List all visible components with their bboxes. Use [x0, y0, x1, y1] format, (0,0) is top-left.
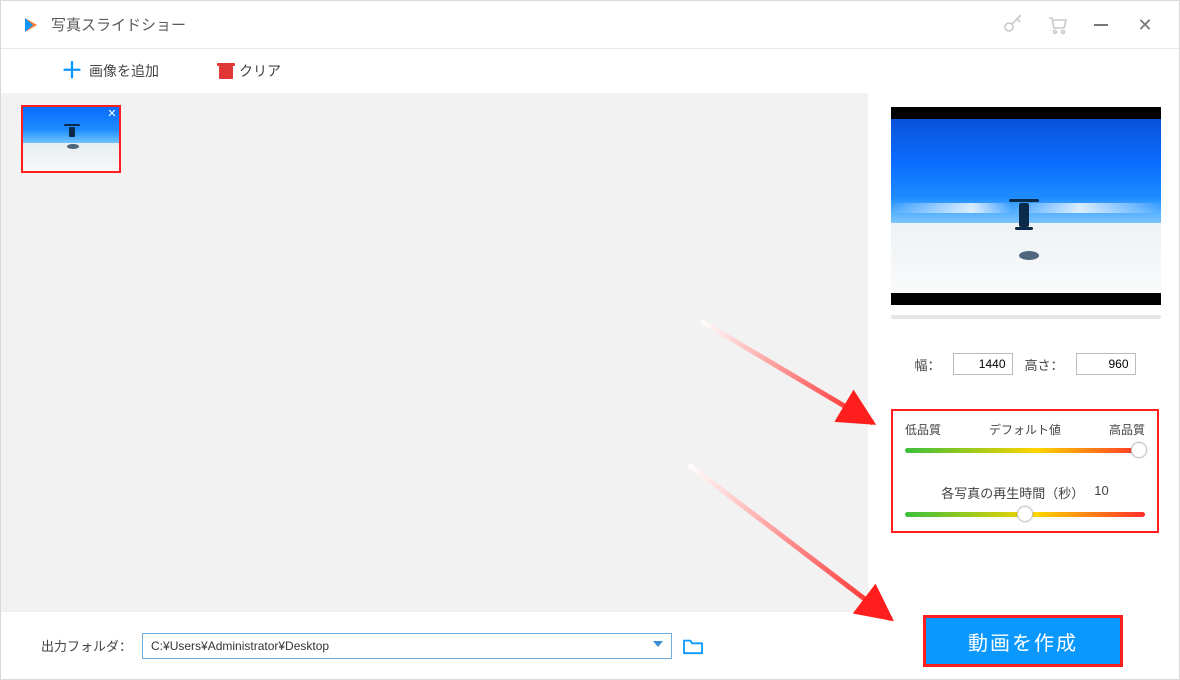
preview-image — [891, 107, 1161, 305]
chevron-down-icon — [653, 641, 663, 647]
dimensions-row: 幅： 高さ： — [891, 353, 1159, 375]
duration-slider-knob[interactable] — [1017, 506, 1033, 522]
right-pane: 幅： 高さ： 低品質 デフォルト値 高品質 各写真の再生時間（秒） 10 — [869, 93, 1179, 679]
cart-icon[interactable] — [1045, 13, 1069, 37]
app-title: 写真スライドショー — [51, 14, 186, 35]
app-icon — [21, 15, 41, 35]
output-folder-path: C:¥Users¥Administrator¥Desktop — [151, 639, 329, 653]
quality-slider[interactable] — [905, 448, 1145, 453]
duration-label: 各写真の再生時間（秒） — [941, 483, 1084, 502]
duration-slider[interactable] — [905, 512, 1145, 517]
add-image-label: 画像を追加 — [89, 61, 159, 81]
quality-duration-box: 低品質 デフォルト値 高品質 各写真の再生時間（秒） 10 — [891, 409, 1159, 533]
image-thumbnail[interactable]: ✕ — [21, 105, 121, 173]
height-label: 高さ： — [1025, 355, 1064, 374]
trash-icon — [219, 63, 233, 79]
quality-slider-knob[interactable] — [1131, 442, 1147, 458]
quality-default-label: デフォルト値 — [941, 421, 1109, 438]
thumbnail-area: ✕ — [1, 93, 868, 611]
clear-button[interactable]: クリア — [219, 61, 281, 81]
quality-low-label: 低品質 — [905, 421, 941, 438]
browse-folder-button[interactable] — [682, 637, 704, 655]
plus-icon: ＋ — [61, 60, 83, 82]
main-body: ✕ 出力フォルダ： C:¥Users¥Administrator¥Desktop — [1, 93, 1179, 679]
duration-value: 10 — [1094, 483, 1108, 502]
title-bar: 写真スライドショー ✕ — [1, 1, 1179, 49]
thumbnail-remove-icon[interactable]: ✕ — [106, 108, 118, 120]
quality-high-label: 高品質 — [1109, 421, 1145, 438]
preview-progress[interactable] — [891, 315, 1161, 319]
app-window: 写真スライドショー ✕ ＋ 画像を追加 クリア — [0, 0, 1180, 680]
close-button[interactable]: ✕ — [1133, 13, 1157, 37]
output-row: 出力フォルダ： C:¥Users¥Administrator¥Desktop — [1, 611, 868, 679]
width-input[interactable] — [953, 353, 1013, 375]
add-image-button[interactable]: ＋ 画像を追加 — [61, 60, 159, 82]
key-icon[interactable] — [1001, 13, 1025, 37]
output-folder-label: 出力フォルダ： — [41, 636, 132, 655]
create-video-button[interactable]: 動画を作成 — [923, 615, 1123, 667]
clear-label: クリア — [239, 61, 281, 81]
toolbar: ＋ 画像を追加 クリア — [1, 49, 1179, 93]
left-pane: ✕ 出力フォルダ： C:¥Users¥Administrator¥Desktop — [1, 93, 869, 679]
minimize-button[interactable] — [1089, 13, 1113, 37]
output-folder-combo[interactable]: C:¥Users¥Administrator¥Desktop — [142, 633, 672, 659]
create-video-label: 動画を作成 — [968, 627, 1078, 656]
height-input[interactable] — [1076, 353, 1136, 375]
width-label: 幅： — [914, 355, 940, 374]
